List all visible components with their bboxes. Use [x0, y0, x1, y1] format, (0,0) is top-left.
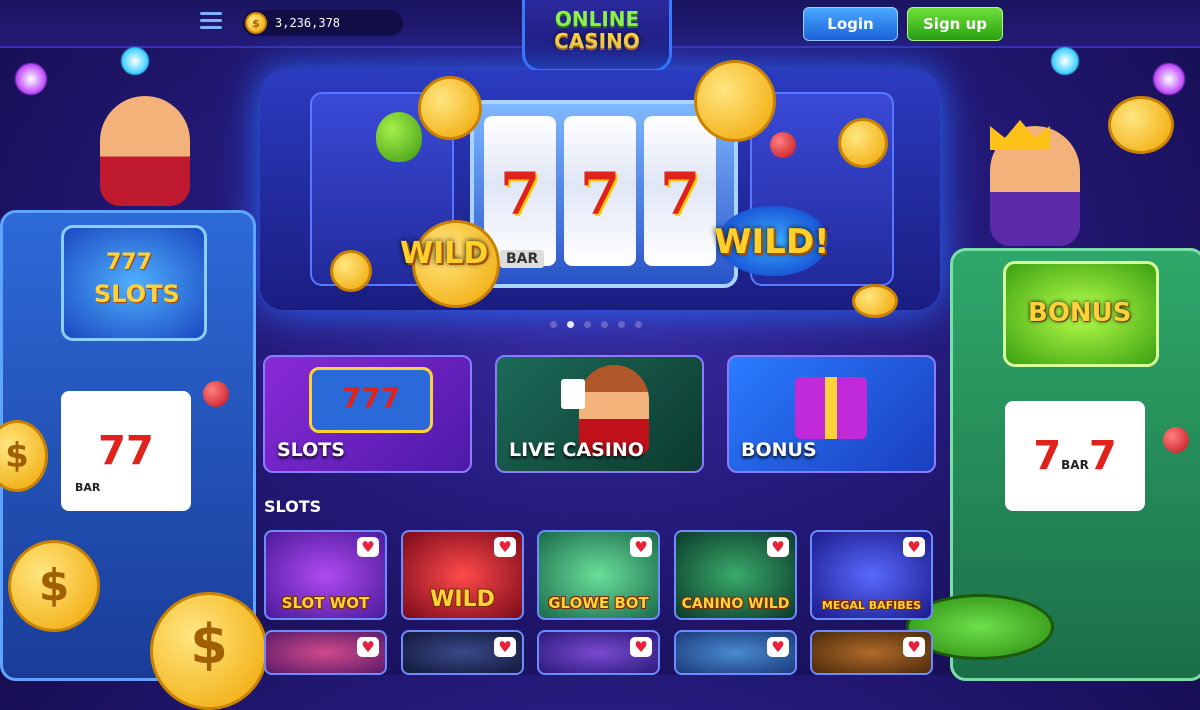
machine-reels: 7BAR7 [1005, 401, 1145, 511]
slot-machine-icon: 777 [309, 367, 433, 433]
section-title-slots: SLOTS [264, 497, 322, 516]
favorite-heart-icon[interactable]: ♥ [494, 637, 516, 657]
carousel-dot[interactable] [584, 321, 591, 328]
bar-symbol: BAR [1061, 458, 1089, 472]
mascot-left [100, 96, 190, 206]
carousel-dot[interactable] [618, 321, 625, 328]
carousel-dot[interactable] [550, 321, 557, 328]
bar-symbol: BAR [500, 250, 545, 268]
logo-line-1: ONLINE [554, 7, 640, 31]
game-tile[interactable]: ♥ [674, 630, 797, 675]
dollar-coin-icon: $ [8, 540, 100, 632]
reel-symbol: 7 [579, 160, 621, 228]
spotlight-icon [14, 62, 48, 96]
machine-lever[interactable] [1163, 427, 1189, 453]
coin-icon [838, 118, 888, 168]
game-tile[interactable]: ♥ [537, 630, 660, 675]
spotlight-icon [1050, 46, 1080, 76]
cards-icon [561, 379, 585, 409]
machine-lever[interactable] [203, 381, 229, 407]
category-label: BONUS [741, 439, 817, 461]
cherry-icon [770, 132, 796, 158]
coin-icon [852, 284, 898, 318]
reel-symbol: 7 [380, 381, 401, 414]
site-logo[interactable]: ONLINE CASINO [522, 0, 672, 72]
hamburger-menu-icon[interactable] [200, 12, 222, 30]
favorite-heart-icon[interactable]: ♥ [903, 637, 925, 657]
game-title: CANINO WILD [681, 596, 790, 612]
login-button[interactable]: Login [803, 7, 898, 41]
coin-icon: $ [245, 12, 267, 34]
carousel-dot[interactable] [601, 321, 608, 328]
game-title: MEGAL BAFIBES [821, 599, 922, 612]
reel-symbol: 7 [499, 160, 541, 228]
signup-button[interactable]: Sign up [907, 7, 1003, 41]
game-tile-wild[interactable]: ♥ WILD [401, 530, 524, 620]
favorite-heart-icon[interactable]: ♥ [903, 537, 925, 557]
game-title: GLOWE BOT [548, 594, 649, 612]
favorite-heart-icon[interactable]: ♥ [357, 637, 379, 657]
category-slots[interactable]: 777 SLOTS [263, 355, 472, 473]
category-label: LIVE CASINO [509, 439, 644, 461]
wild-badge-right: WILD! [714, 222, 830, 262]
screen-777: 777 [106, 250, 152, 275]
favorite-heart-icon[interactable]: ♥ [494, 537, 516, 557]
game-tile-canino-wild[interactable]: ♥ CANINO WILD [674, 530, 797, 620]
coin-icon [330, 250, 372, 292]
game-tile-megal-bafibes[interactable]: ♥ MEGAL BAFIBES [810, 530, 933, 620]
reel-symbol: 7 [659, 160, 701, 228]
coin-icon [418, 76, 482, 140]
game-tile-glowe-bot[interactable]: ♥ GLOWE BOT [537, 530, 660, 620]
spotlight-icon [1152, 62, 1186, 96]
reel-3: 7 [644, 116, 716, 266]
screen-slots-label: SLOTS [94, 280, 180, 308]
favorite-heart-icon[interactable]: ♥ [767, 637, 789, 657]
coin-icon [694, 60, 776, 142]
reel-2: 7 [564, 116, 636, 266]
game-title: SLOT WOT [281, 594, 370, 612]
carousel-dots [550, 321, 642, 328]
category-live-casino[interactable]: LIVE CASINO [495, 355, 704, 473]
reel-symbol: 7 [98, 428, 126, 474]
dollar-coin-icon: $ [150, 592, 268, 710]
apple-icon [376, 112, 422, 162]
machine-screen: 777 SLOTS [61, 225, 207, 341]
game-tile-slot-wot[interactable]: ♥ SLOT WOT [264, 530, 387, 620]
carousel-dot[interactable] [635, 321, 642, 328]
balance-value: 3,236,378 [275, 16, 341, 30]
spotlight-icon [120, 46, 150, 76]
gift-box-icon [795, 377, 867, 439]
screen-bonus-label: BONUS [1028, 298, 1132, 328]
crown-icon [990, 120, 1050, 150]
category-label: SLOTS [277, 439, 345, 461]
carousel-dot-active[interactable] [567, 321, 574, 328]
balance-display: $ 3,236,378 [243, 10, 403, 36]
game-tile[interactable]: ♥ [401, 630, 524, 675]
favorite-heart-icon[interactable]: ♥ [630, 537, 652, 557]
category-bonus[interactable]: BONUS [727, 355, 936, 473]
reel-symbol: 7 [1033, 433, 1062, 479]
favorite-heart-icon[interactable]: ♥ [357, 537, 379, 557]
reel-symbol: 7 [361, 381, 381, 414]
reel-symbol: 7 [341, 381, 362, 414]
reel-symbol: 7 [126, 428, 154, 474]
coin-icon [1108, 96, 1174, 154]
game-title: WILD [430, 587, 495, 612]
machine-screen: BONUS [1003, 261, 1159, 367]
game-tile[interactable]: ♥ [810, 630, 933, 675]
reel-symbol: 7 [1088, 433, 1117, 479]
game-tile[interactable]: ♥ [264, 630, 387, 675]
favorite-heart-icon[interactable]: ♥ [767, 537, 789, 557]
wild-badge-left: WILD [400, 236, 489, 271]
bar-symbol: BAR [75, 481, 101, 494]
logo-line-2: CASINO [554, 29, 640, 53]
favorite-heart-icon[interactable]: ♥ [630, 637, 652, 657]
